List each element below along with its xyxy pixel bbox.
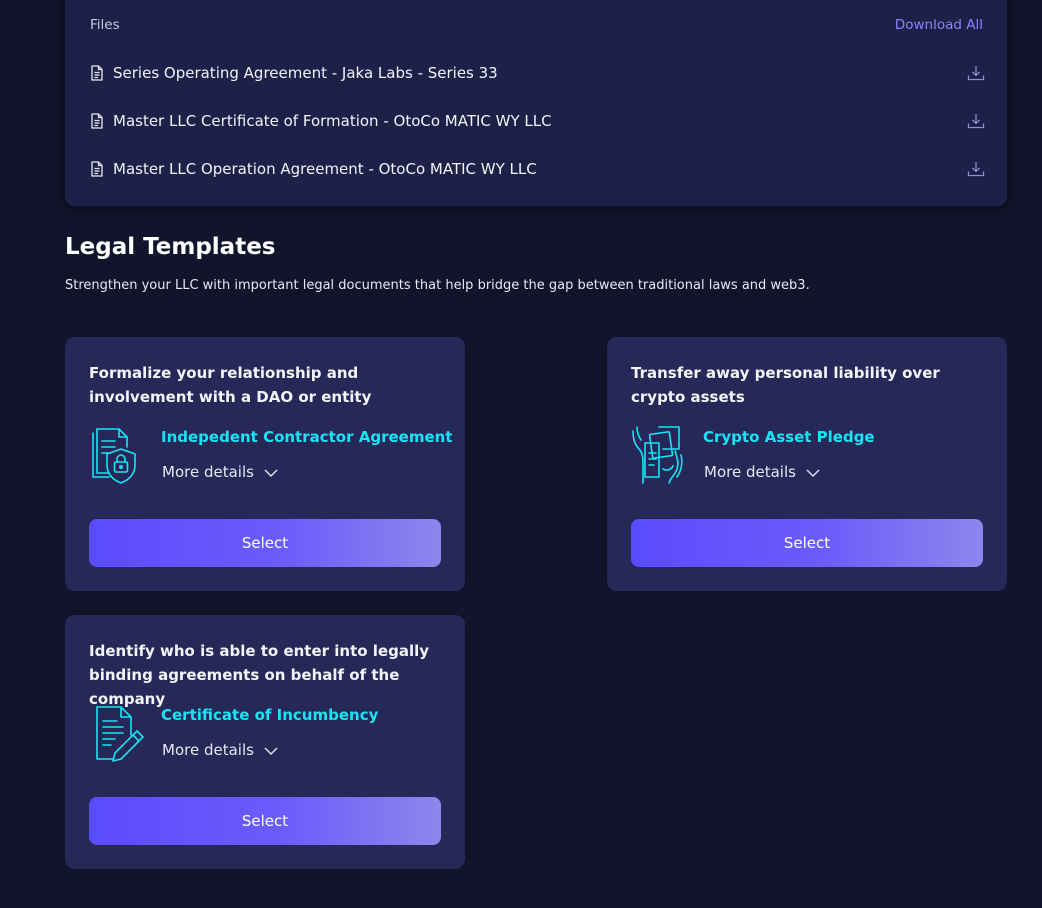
section-title: Legal Templates: [65, 234, 276, 260]
download-icon[interactable]: [967, 113, 985, 129]
select-button[interactable]: Select: [631, 519, 983, 567]
more-details-toggle[interactable]: More details: [162, 741, 278, 759]
file-icon: [90, 65, 104, 81]
file-row: Master LLC Operation Agreement - OtoCo M…: [90, 156, 985, 182]
template-name[interactable]: Certificate of Incumbency: [161, 706, 378, 724]
more-details-label: More details: [162, 741, 254, 759]
files-panel: Files Download All Series Operating Agre…: [65, 0, 1007, 206]
more-details-toggle[interactable]: More details: [704, 463, 820, 481]
document-lock-icon: [91, 425, 143, 489]
files-header: Files Download All: [90, 17, 983, 33]
file-name[interactable]: Series Operating Agreement - Jaka Labs -…: [113, 64, 498, 82]
template-card: Formalize your relationship and involvem…: [65, 337, 465, 591]
more-details-toggle[interactable]: More details: [162, 463, 278, 481]
section-description: Strengthen your LLC with important legal…: [65, 278, 810, 293]
select-button[interactable]: Select: [89, 519, 441, 567]
more-details-label: More details: [162, 463, 254, 481]
select-button[interactable]: Select: [89, 797, 441, 845]
card-description: Identify who is able to enter into legal…: [89, 642, 430, 708]
file-name[interactable]: Master LLC Operation Agreement - OtoCo M…: [113, 160, 537, 178]
card-description: Formalize your relationship and involvem…: [89, 364, 372, 406]
template-card: Transfer away personal liability over cr…: [607, 337, 1007, 591]
download-icon[interactable]: [967, 161, 985, 177]
file-row: Master LLC Certificate of Formation - Ot…: [90, 108, 985, 134]
document-pen-icon: [93, 705, 147, 767]
more-details-label: More details: [704, 463, 796, 481]
template-card: Identify who is able to enter into legal…: [65, 615, 465, 869]
file-icon: [90, 161, 104, 177]
file-icon: [90, 113, 104, 129]
page: Files Download All Series Operating Agre…: [0, 0, 1042, 908]
file-row: Series Operating Agreement - Jaka Labs -…: [90, 60, 985, 86]
template-name[interactable]: Indepedent Contractor Agreement: [161, 428, 452, 446]
chevron-down-icon: [264, 463, 278, 481]
template-name[interactable]: Crypto Asset Pledge: [703, 428, 875, 446]
chevron-down-icon: [806, 463, 820, 481]
file-name[interactable]: Master LLC Certificate of Formation - Ot…: [113, 112, 552, 130]
download-icon[interactable]: [967, 65, 985, 81]
hand-document-icon: [629, 425, 691, 491]
card-description: Transfer away personal liability over cr…: [631, 364, 940, 406]
files-title: Files: [90, 17, 120, 33]
chevron-down-icon: [264, 741, 278, 759]
download-all-link[interactable]: Download All: [895, 17, 983, 33]
